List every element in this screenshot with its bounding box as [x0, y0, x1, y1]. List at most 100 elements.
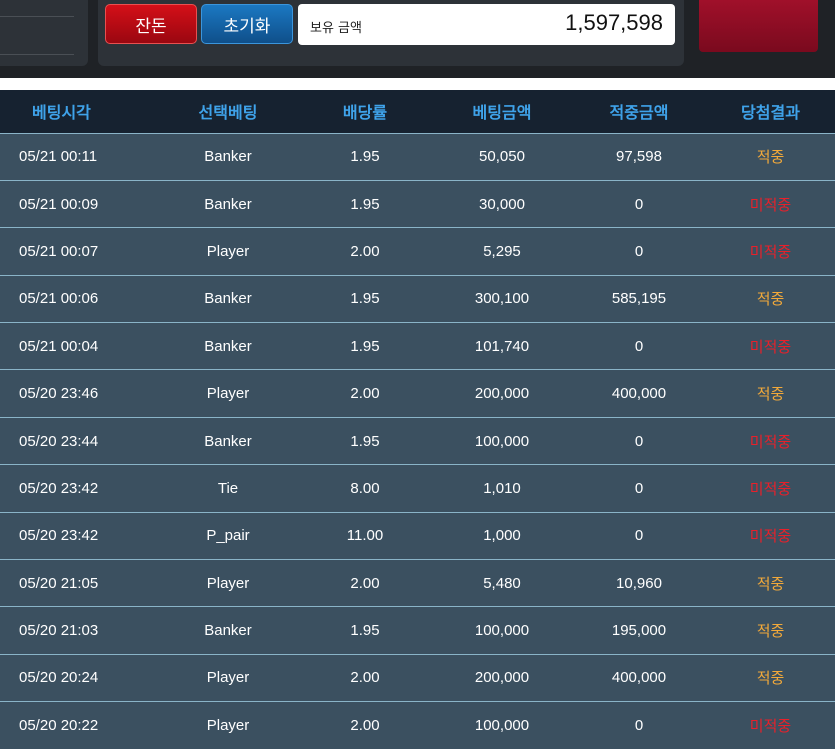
- cell-win-amount: 400,000: [611, 669, 667, 687]
- header-bet-time: 베팅시각: [32, 103, 91, 123]
- cell-bet-amount: 101,740: [474, 337, 530, 355]
- cell-result: 적중: [756, 575, 785, 593]
- cell-selected-bet: Banker: [204, 432, 252, 450]
- cell-selected-bet: Player: [206, 385, 250, 403]
- table-row: 05/21 00:04 Banker 1.95 101,740 0 미적중: [0, 322, 835, 370]
- table-row: 05/20 20:24 Player 2.00 200,000 400,000 적중: [0, 654, 835, 702]
- cell-win-amount: 400,000: [611, 385, 667, 403]
- top-bar: 잔돈 초기화 보유 금액 1,597,598: [0, 0, 835, 78]
- cell-odds: 1.95: [350, 622, 380, 640]
- balance-box: 보유 금액 1,597,598: [298, 4, 675, 45]
- cell-odds: 2.00: [350, 717, 380, 735]
- cell-bet-amount: 100,000: [474, 717, 530, 735]
- cell-odds: 2.00: [350, 385, 380, 403]
- header-result: 당첨결과: [741, 103, 800, 123]
- cell-selected-bet: Banker: [204, 290, 252, 308]
- cell-selected-bet: Banker: [204, 148, 252, 166]
- cell-bet-amount: 100,000: [474, 432, 530, 450]
- cell-bet-time: 05/20 23:44: [19, 432, 99, 450]
- action-button[interactable]: [699, 0, 818, 52]
- cell-result: 미적중: [749, 718, 792, 736]
- header-selected-bet: 선택베팅: [198, 103, 258, 123]
- cell-bet-amount: 5,295: [483, 242, 521, 260]
- cell-bet-time: 05/20 23:46: [19, 385, 99, 403]
- cell-win-amount: 0: [634, 717, 644, 735]
- header-win-amount: 적중금액: [609, 103, 669, 123]
- cell-result: 미적중: [749, 196, 792, 214]
- cell-selected-bet: Banker: [204, 337, 252, 355]
- cell-bet-time: 05/21 00:09: [19, 195, 99, 213]
- cell-odds: 1.95: [350, 432, 380, 450]
- table-row: 05/21 00:07 Player 2.00 5,295 0 미적중: [0, 227, 835, 276]
- cell-win-amount: 195,000: [611, 622, 667, 640]
- cell-odds: 2.00: [350, 574, 380, 592]
- table-row: 05/20 20:22 Player 2.00 100,000 0 미적중: [0, 701, 835, 750]
- cell-bet-amount: 200,000: [474, 385, 530, 403]
- cell-odds: 1.95: [350, 195, 380, 213]
- cell-win-amount: 0: [634, 479, 644, 497]
- cell-odds: 2.00: [350, 242, 380, 260]
- cell-bet-amount: 300,100: [474, 290, 530, 308]
- left-panel: [0, 0, 88, 66]
- cell-selected-bet: Player: [206, 574, 250, 592]
- cell-bet-time: 05/21 00:11: [19, 148, 98, 166]
- table-row: 05/21 00:06 Banker 1.95 300,100 585,195 적중: [0, 275, 835, 323]
- cell-selected-bet: Banker: [204, 622, 252, 640]
- cell-bet-amount: 5,480: [483, 574, 521, 592]
- balance-label: 보유 금액: [310, 21, 362, 36]
- cell-result: 미적중: [749, 433, 792, 451]
- cell-bet-amount: 30,000: [479, 195, 525, 213]
- header-bet-amount: 베팅금액: [472, 103, 532, 123]
- cell-bet-time: 05/21 00:04: [19, 337, 99, 355]
- cell-bet-amount: 100,000: [474, 622, 530, 640]
- cell-bet-time: 05/21 00:06: [19, 290, 99, 308]
- table-row: 05/20 23:42 P_pair 11.00 1,000 0 미적중: [0, 512, 835, 560]
- cell-odds: 8.00: [350, 479, 380, 497]
- cell-selected-bet: Player: [206, 242, 250, 260]
- cell-win-amount: 0: [634, 527, 644, 545]
- cell-result: 미적중: [749, 528, 792, 546]
- cell-win-amount: 0: [634, 432, 644, 450]
- cell-win-amount: 0: [634, 337, 644, 355]
- cell-selected-bet: Tie: [217, 479, 239, 497]
- divider: [0, 16, 74, 17]
- table-row: 05/21 00:09 Banker 1.95 30,000 0 미적중: [0, 180, 835, 228]
- cell-bet-time: 05/20 20:24: [19, 669, 99, 687]
- header-odds: 배당률: [342, 103, 388, 123]
- cell-bet-time: 05/20 21:05: [19, 574, 99, 592]
- cell-result: 적중: [756, 386, 785, 404]
- reset-button[interactable]: 초기화: [201, 4, 293, 44]
- table-row: 05/21 00:11 Banker 1.95 50,050 97,598 적중: [0, 133, 835, 181]
- cell-odds: 1.95: [350, 148, 380, 166]
- cell-result: 미적중: [749, 338, 792, 356]
- cell-selected-bet: P_pair: [206, 527, 250, 545]
- cell-odds: 11.00: [346, 527, 384, 545]
- cell-result: 적중: [756, 291, 785, 309]
- cell-bet-time: 05/20 23:42: [19, 479, 99, 497]
- balance-value: 1,597,598: [565, 10, 663, 35]
- cell-selected-bet: Banker: [204, 195, 252, 213]
- table-row: 05/20 23:44 Banker 1.95 100,000 0 미적중: [0, 417, 835, 465]
- cell-win-amount: 585,195: [611, 290, 667, 308]
- cell-win-amount: 97,598: [616, 148, 662, 166]
- cell-bet-amount: 50,050: [479, 148, 525, 166]
- cell-bet-amount: 1,000: [483, 527, 521, 545]
- cell-bet-time: 05/20 21:03: [19, 622, 99, 640]
- cell-win-amount: 0: [634, 195, 644, 213]
- cell-bet-time: 05/21 00:07: [19, 242, 99, 260]
- cell-win-amount: 0: [634, 242, 644, 260]
- table-row: 05/20 21:03 Banker 1.95 100,000 195,000 적중: [0, 606, 835, 655]
- cell-bet-amount: 200,000: [474, 669, 530, 687]
- cell-result: 미적중: [749, 243, 792, 261]
- bet-history-table: 베팅시각 선택베팅 배당률 베팅금액 적중금액 당첨결과 05/21 00:11…: [0, 90, 835, 750]
- table-row: 05/20 23:42 Tie 8.00 1,010 0 미적중: [0, 464, 835, 513]
- cell-bet-time: 05/20 23:42: [19, 527, 99, 545]
- change-button[interactable]: 잔돈: [105, 4, 197, 44]
- cell-result: 적중: [756, 623, 785, 641]
- cell-odds: 1.95: [350, 290, 380, 308]
- cell-odds: 1.95: [350, 337, 380, 355]
- cell-bet-time: 05/20 20:22: [19, 717, 99, 735]
- cell-result: 미적중: [749, 480, 792, 498]
- cell-odds: 2.00: [350, 669, 380, 687]
- cell-selected-bet: Player: [206, 717, 250, 735]
